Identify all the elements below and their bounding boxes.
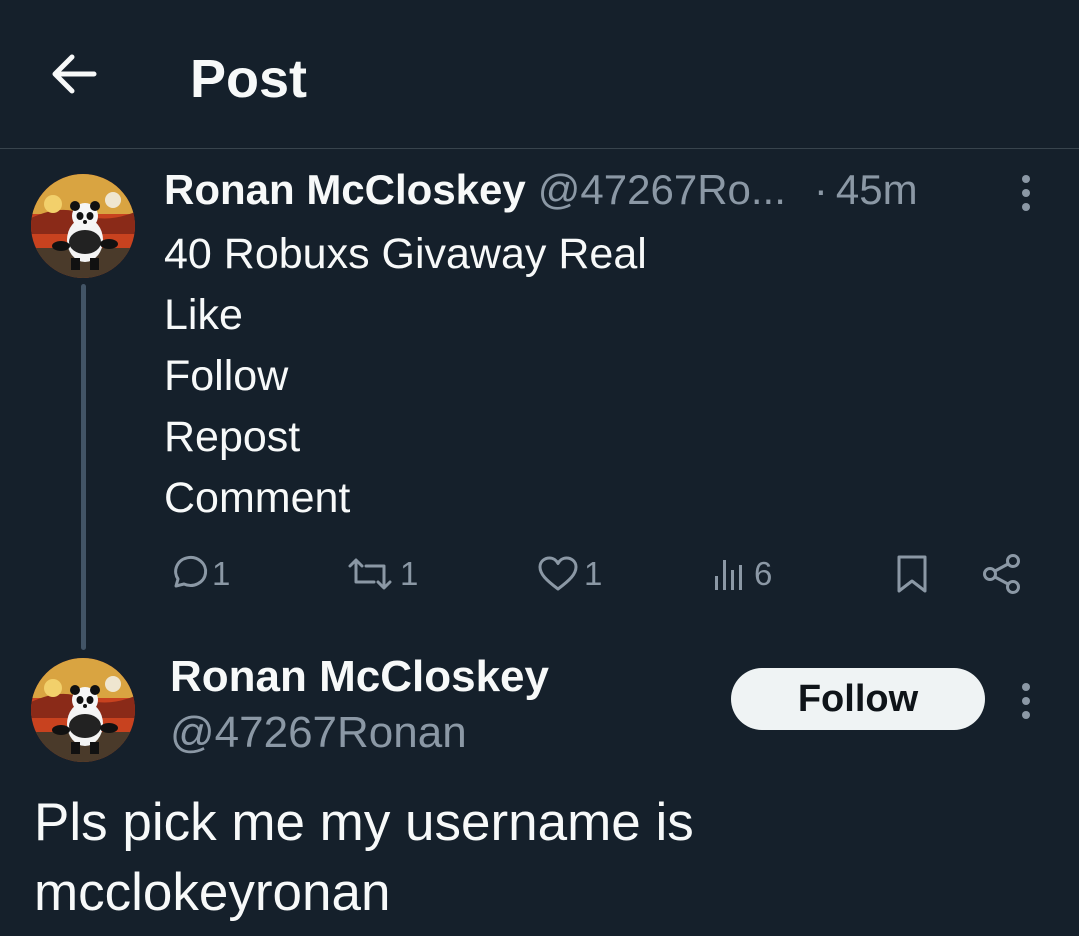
post-text-line: Like: [164, 291, 243, 339]
repost-count: 1: [400, 555, 419, 592]
thread-connector-line: [81, 284, 86, 650]
reply-count: 1: [212, 555, 231, 592]
repost-button[interactable]: 1: [344, 548, 418, 600]
post-text-line: 40 Robuxs Givaway Real: [164, 230, 647, 278]
reply-text: Pls pick me my username is mcclokeyronan: [34, 788, 1044, 928]
post-more-button[interactable]: [1006, 168, 1046, 218]
more-vertical-icon: [1022, 683, 1030, 719]
avatar[interactable]: [31, 174, 135, 278]
reply-author-name[interactable]: Ronan McCloskey: [170, 652, 549, 702]
reply-author-handle[interactable]: @47267Ronan: [170, 708, 467, 758]
time-separator: ·: [813, 166, 828, 213]
more-vertical-icon: [1022, 175, 1030, 211]
post-text-line: Comment: [164, 474, 351, 522]
post-timestamp[interactable]: · 45m: [814, 166, 918, 214]
reply-text-line: mcclokeyronan: [34, 863, 391, 922]
share-button[interactable]: [980, 548, 1024, 600]
timestamp-value: 45m: [835, 166, 918, 213]
share-icon: [983, 554, 1020, 594]
like-button[interactable]: 1: [536, 548, 602, 600]
post-text-line: Repost: [164, 413, 301, 461]
author-name[interactable]: Ronan McCloskey: [164, 166, 526, 214]
reply-text-line: Pls pick me my username is: [34, 793, 694, 852]
repost-icon: [348, 558, 392, 590]
follow-button[interactable]: Follow: [731, 668, 985, 730]
reply-button[interactable]: 1: [168, 548, 230, 600]
like-count: 1: [584, 555, 603, 592]
page-title: Post: [190, 49, 308, 109]
bookmark-button[interactable]: [892, 548, 932, 600]
post-header: Ronan McCloskey @47267Ro... · 45m: [164, 166, 918, 220]
reply-icon: [174, 555, 208, 588]
post-body: 40 Robuxs Givaway Real Like Follow Repos…: [164, 224, 1024, 529]
top-bar: Post: [0, 0, 1079, 149]
reply-more-button[interactable]: [1006, 676, 1046, 726]
reply-avatar[interactable]: [31, 658, 135, 762]
author-handle[interactable]: @47267Ro...: [538, 166, 786, 214]
back-button[interactable]: [40, 40, 108, 108]
views-button[interactable]: 6: [712, 548, 772, 600]
arrow-left-icon: [52, 54, 97, 94]
heart-icon: [538, 556, 578, 591]
views-count: 6: [754, 555, 773, 592]
bookmark-icon: [897, 555, 927, 593]
post-text-line: Follow: [164, 352, 289, 400]
views-chart-icon: [715, 560, 742, 590]
